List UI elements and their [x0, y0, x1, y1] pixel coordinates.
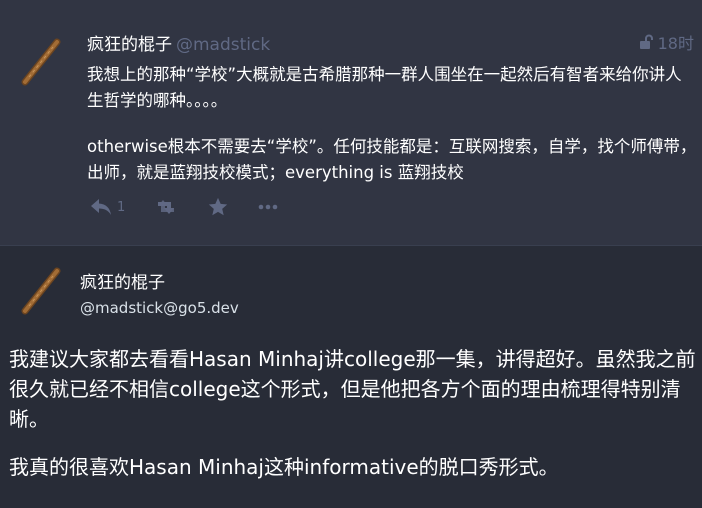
- status-paragraph: otherwise根本不需要去“学校”。任何技能都是：互联网搜索，自学，找个师傅…: [87, 137, 697, 182]
- status-action-bar: 1: [89, 196, 307, 218]
- detailed-status-content: 我建议大家都去看看Hasan Minhaj讲college那一集，讲得超好。虽然…: [9, 344, 699, 500]
- more-button[interactable]: [257, 202, 279, 212]
- reply-icon: [91, 199, 111, 215]
- unlock-icon: [639, 34, 653, 49]
- status-paragraph: 我建议大家都去看看Hasan Minhaj讲college那一集，讲得超好。虽然…: [9, 347, 696, 431]
- avatar[interactable]: [17, 267, 65, 315]
- status-meta: 18时: [638, 30, 694, 54]
- stick-avatar-icon: [21, 38, 61, 86]
- relative-time[interactable]: 18时: [658, 30, 694, 54]
- top-strip: [0, 0, 702, 14]
- reply-button[interactable]: 1: [89, 197, 125, 217]
- retweet-icon: [158, 200, 175, 214]
- account-handle[interactable]: @madstick: [176, 35, 270, 55]
- status-paragraph: 我想上的那种“学校”大概就是古希腊那种一群人围坐在一起然后有智者来给你讲人生哲学…: [87, 65, 682, 110]
- avatar[interactable]: [17, 38, 65, 86]
- boost-button[interactable]: [153, 197, 179, 217]
- status-content: 我想上的那种“学校”大概就是古希腊那种一群人围坐在一起然后有智者来给你讲人生哲学…: [87, 62, 697, 206]
- display-name[interactable]: 疯狂的棍子: [87, 35, 172, 55]
- reply-count: 1: [117, 199, 126, 215]
- stick-avatar-icon: [21, 267, 61, 315]
- status-paragraph: 我真的很喜欢Hasan Minhaj这种informative的脱口秀形式。: [9, 455, 559, 479]
- status-header[interactable]: 疯狂的棍子 @madstick: [87, 30, 270, 55]
- display-name[interactable]: 疯狂的棍子: [80, 268, 165, 293]
- star-icon: [209, 197, 228, 216]
- ellipsis-icon: [258, 204, 278, 210]
- favourite-button[interactable]: [207, 196, 229, 218]
- account-handle[interactable]: @madstick@go5.dev: [80, 299, 239, 317]
